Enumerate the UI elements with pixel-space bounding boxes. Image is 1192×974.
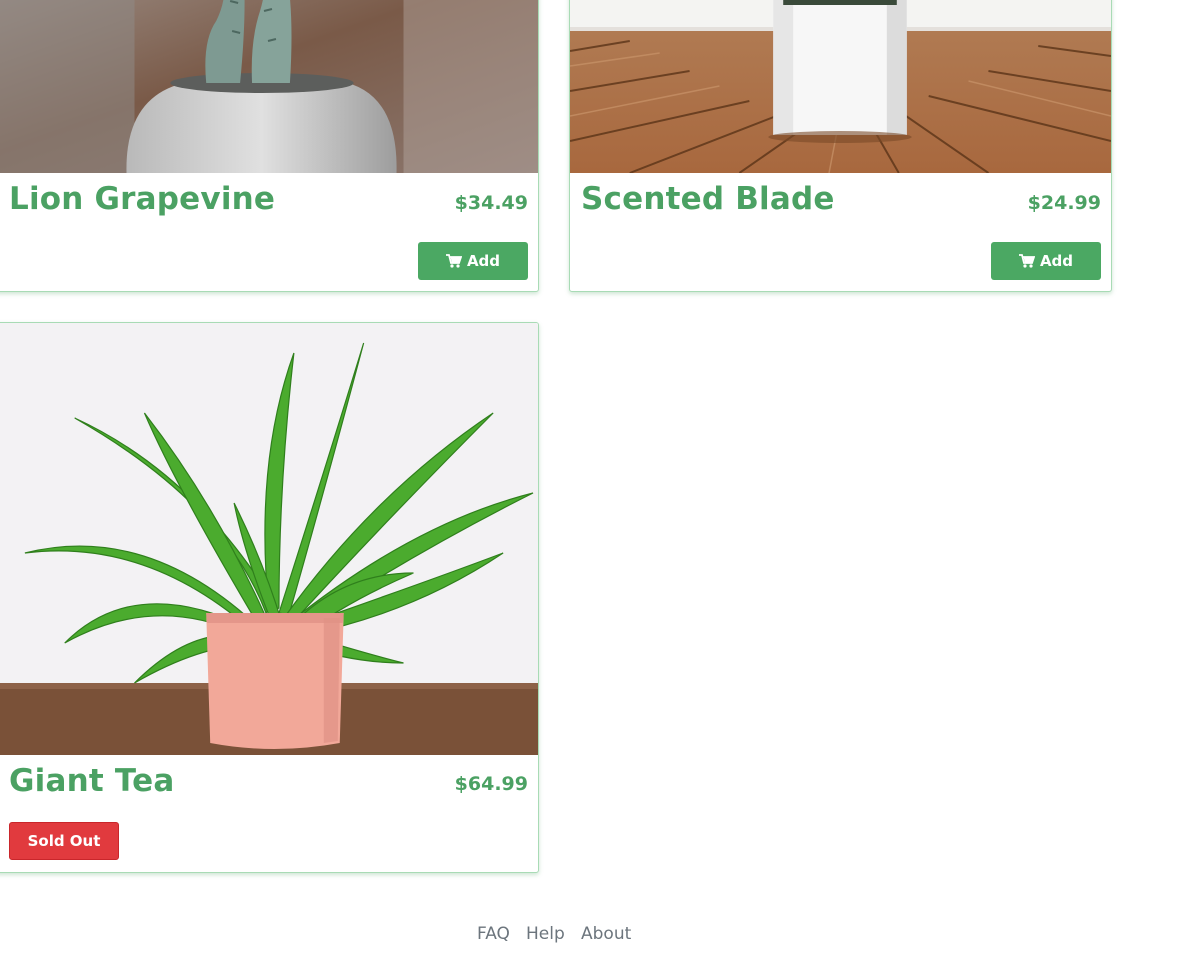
add-to-cart-button[interactable]: Add: [418, 242, 528, 280]
product-name: Scented Blade: [581, 181, 835, 217]
product-price: $34.49: [454, 192, 528, 214]
sold-out-button[interactable]: Sold Out: [9, 822, 119, 860]
product-name: Lion Grapevine: [9, 181, 276, 217]
product-name: Giant Tea: [9, 763, 175, 799]
footer-link-help[interactable]: Help: [526, 924, 565, 944]
product-image-fern[interactable]: [0, 323, 538, 755]
product-price: $24.99: [1027, 192, 1101, 214]
shopping-cart-icon: [1018, 254, 1035, 268]
product-image-cactus[interactable]: [0, 0, 538, 173]
add-button-label: Add: [466, 252, 501, 270]
add-button-label: Add: [1039, 252, 1074, 270]
footer-nav: FAQ Help About: [0, 922, 1192, 950]
product-card-giant-tea: Giant Tea $64.99 Sold Out: [0, 322, 539, 873]
product-card-lion-grapevine: Lion Grapevine $34.49 Add: [0, 0, 539, 292]
add-to-cart-button[interactable]: Add: [991, 242, 1101, 280]
product-card-scented-blade: Scented Blade $24.99 Add: [569, 0, 1112, 292]
footer-link-faq[interactable]: FAQ: [477, 924, 510, 944]
product-listing-page: Lion Grapevine $34.49 Add Scented Blade …: [0, 0, 1192, 974]
product-price: $64.99: [454, 773, 528, 795]
sold-out-label: Sold Out: [27, 832, 101, 850]
product-image-white-pot[interactable]: [570, 0, 1111, 173]
shopping-cart-icon: [445, 254, 462, 268]
footer-link-about[interactable]: About: [581, 924, 631, 944]
